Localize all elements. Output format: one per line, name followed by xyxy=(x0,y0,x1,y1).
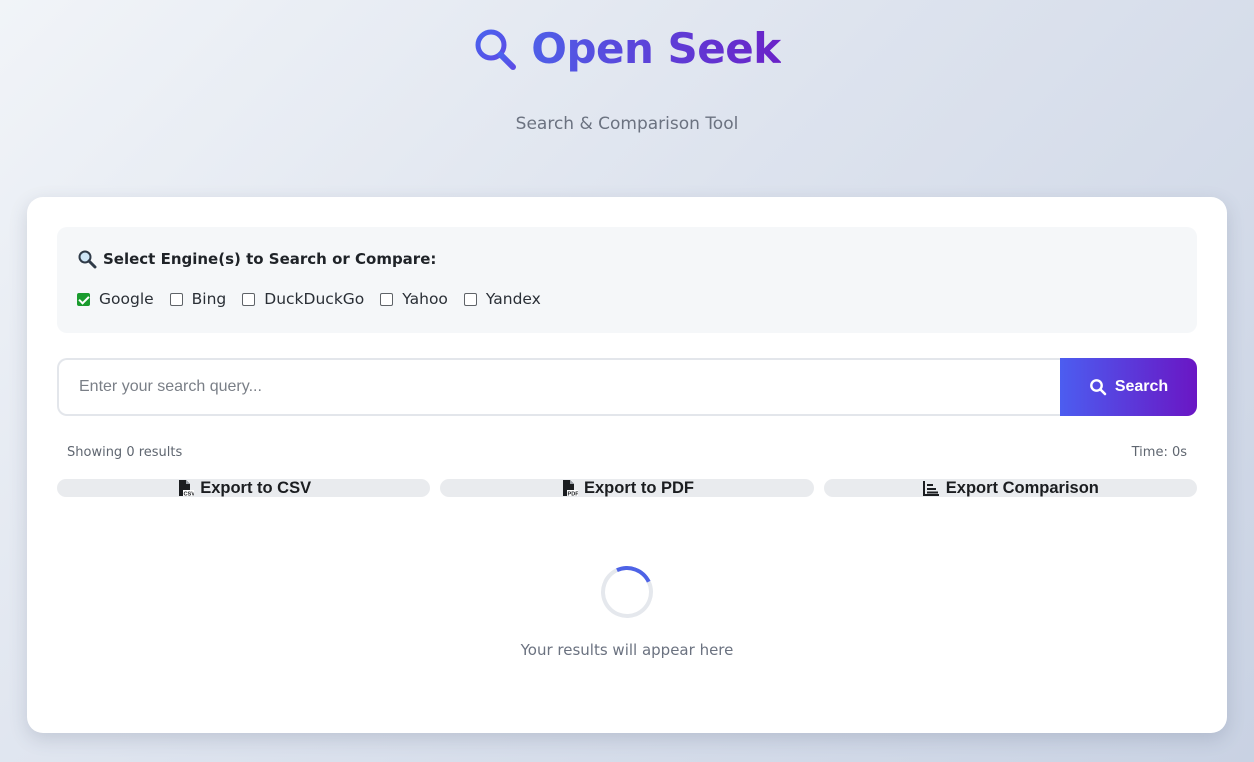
engine-label: Google xyxy=(99,290,154,308)
engine-heading: Select Engine(s) to Search or Compare: xyxy=(77,249,436,269)
pdf-file-icon: PDF xyxy=(562,480,578,497)
export-toolbar: CSV Export to CSV PDF Export to PDF Expo… xyxy=(57,479,1197,497)
engine-label: DuckDuckGo xyxy=(264,290,365,308)
engine-option-google[interactable]: Google xyxy=(77,290,154,308)
export-comparison-button[interactable]: Export Comparison xyxy=(823,479,1197,497)
main-card: Select Engine(s) to Search or Compare: G… xyxy=(27,197,1227,733)
export-comparison-label: Export Comparison xyxy=(945,479,1099,497)
magnifier-icon xyxy=(78,250,97,269)
engine-label: Yahoo xyxy=(402,290,448,308)
engine-list: Google Bing DuckDuckGo Yahoo Yandex xyxy=(77,290,557,308)
bar-chart-icon xyxy=(922,481,939,496)
search-icon xyxy=(1089,379,1107,396)
engine-label: Bing xyxy=(191,290,227,308)
engine-selector-panel: Select Engine(s) to Search or Compare: G… xyxy=(57,227,1197,333)
results-count: Showing 0 results xyxy=(67,445,183,460)
app-subtitle: Search & Comparison Tool xyxy=(515,114,739,134)
results-time: Time: 0s xyxy=(1131,445,1187,460)
search-button-label: Search xyxy=(1114,378,1169,395)
export-pdf-label: Export to PDF xyxy=(583,479,694,497)
checkbox-duckduckgo[interactable] xyxy=(242,292,256,306)
checkbox-bing[interactable] xyxy=(169,292,183,306)
engine-label: Yandex xyxy=(485,290,541,308)
empty-state-message: Your results will appear here xyxy=(520,641,734,659)
export-csv-label: Export to CSV xyxy=(200,479,312,497)
checkbox-yahoo[interactable] xyxy=(380,292,394,306)
csv-file-icon: CSV xyxy=(179,480,195,497)
engine-option-bing[interactable]: Bing xyxy=(169,290,227,308)
results-meta: Showing 0 results Time: 0s xyxy=(67,445,1187,460)
svg-text:CSV: CSV xyxy=(184,491,195,497)
search-button[interactable]: Search xyxy=(1060,358,1197,416)
engine-heading-label: Select Engine(s) to Search or Compare: xyxy=(103,250,437,268)
page-header: Open Seek Search & Comparison Tool xyxy=(0,0,1254,190)
search-input[interactable] xyxy=(57,358,1061,416)
search-icon xyxy=(475,29,517,70)
engine-option-yahoo[interactable]: Yahoo xyxy=(380,290,448,308)
export-csv-button[interactable]: CSV Export to CSV xyxy=(57,479,431,497)
export-pdf-button[interactable]: PDF Export to PDF xyxy=(440,479,814,497)
app-title: Open Seek xyxy=(531,24,781,73)
engine-option-duckduckgo[interactable]: DuckDuckGo xyxy=(242,290,364,308)
svg-text:PDF: PDF xyxy=(567,491,578,497)
search-bar: Search xyxy=(57,358,1197,416)
engine-option-yandex[interactable]: Yandex xyxy=(463,290,541,308)
checkbox-yandex[interactable] xyxy=(463,292,477,306)
loading-spinner xyxy=(593,558,661,626)
brand: Open Seek xyxy=(0,24,1254,73)
checkbox-google[interactable] xyxy=(77,292,90,306)
